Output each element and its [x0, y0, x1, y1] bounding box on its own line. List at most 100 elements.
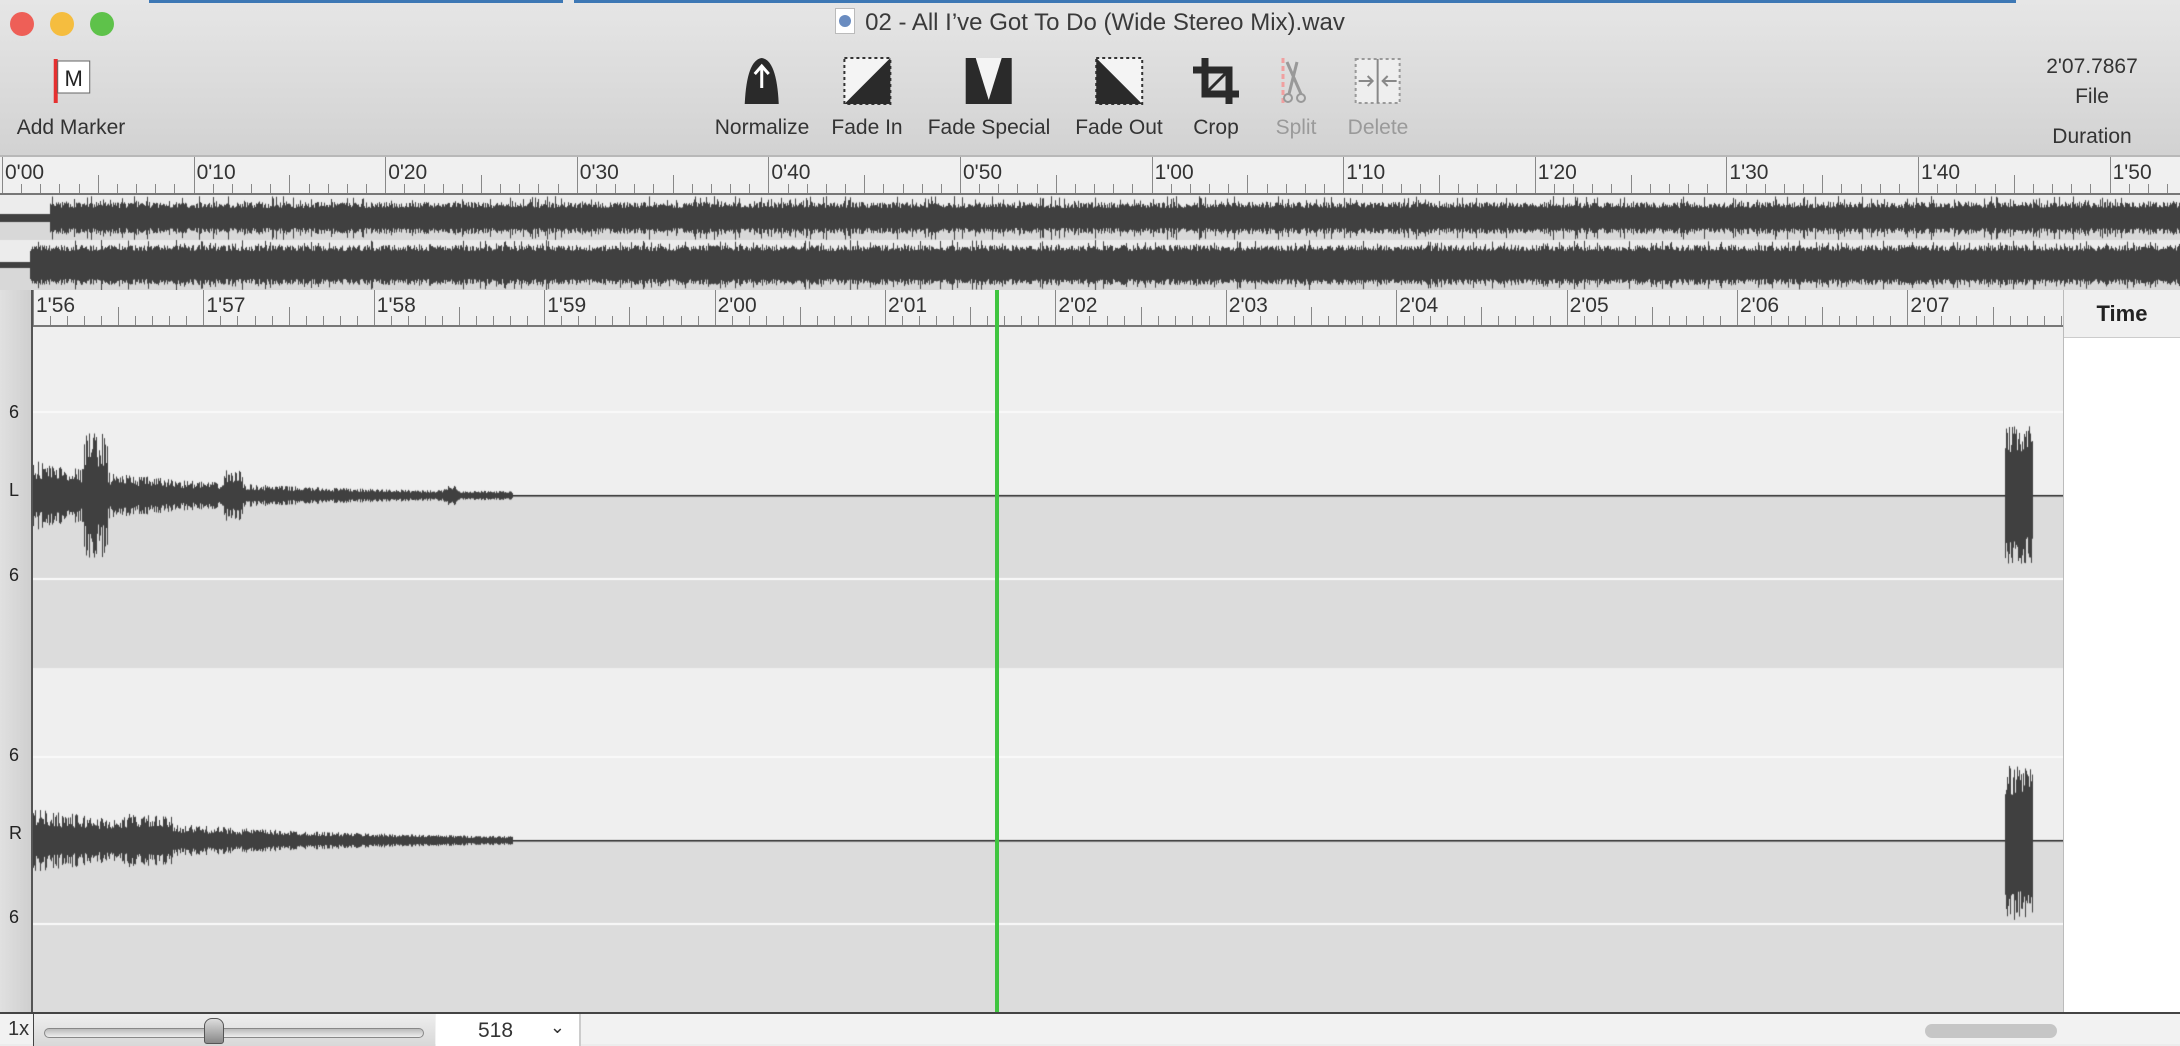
ruler-tick	[1685, 316, 1687, 325]
markers-panel: Time	[2063, 290, 2180, 1012]
ruler-label: 1'40	[1921, 161, 1961, 184]
ruler-tick	[1515, 316, 1517, 325]
time-column-header[interactable]: Time	[2064, 290, 2180, 338]
ruler-tick	[1293, 316, 1295, 325]
normalize-label: Normalize	[714, 116, 810, 139]
ruler-tick	[595, 316, 597, 325]
ruler-tick	[1228, 184, 1230, 193]
normalize-button[interactable]: Normalize	[714, 56, 810, 140]
ruler-label: 2'06	[1740, 294, 1780, 317]
ruler-tick	[825, 184, 827, 193]
ruler-tick	[1841, 184, 1843, 193]
overview-time-ruler[interactable]: 0'00 0'10 0'20 0'30 0'40 0'50 1'00 1'10 1'20 1'30…	[0, 157, 2180, 195]
ruler-tick	[1379, 316, 1381, 325]
ruler-label: 0'50	[963, 161, 1003, 184]
ruler-tick	[1553, 184, 1555, 193]
ruler-tick	[1304, 184, 1306, 193]
ruler-tick	[1381, 184, 1383, 193]
crop-button[interactable]: Crop	[1191, 56, 1241, 140]
ruler-tick	[1975, 184, 1977, 193]
ruler-label: 1'58	[376, 294, 416, 317]
ruler-tick	[936, 316, 938, 325]
ruler-tick	[251, 184, 253, 193]
ruler-tick	[782, 316, 784, 325]
ruler-tick	[1285, 184, 1287, 193]
right-channel-label: R	[9, 823, 22, 843]
right-scale-top: 6	[9, 745, 20, 765]
ruler-tick	[519, 184, 521, 193]
ruler-tick	[1430, 316, 1432, 325]
ruler-tick	[1242, 316, 1244, 325]
ruler-tick	[441, 316, 443, 325]
ruler-label: 2'04	[1399, 294, 1439, 317]
ruler-tick	[289, 175, 291, 193]
fade-in-button[interactable]: Fade In	[831, 56, 903, 140]
ruler-tick	[366, 184, 368, 193]
ruler-tick	[203, 290, 205, 325]
ruler-tick	[634, 184, 636, 193]
ruler-tick	[612, 316, 614, 325]
zoom-slider[interactable]	[33, 1014, 435, 1046]
ruler-tick	[1419, 184, 1421, 193]
horizontal-scrollbar[interactable]	[1925, 1024, 2057, 1038]
overview-waveform[interactable]	[0, 195, 2180, 290]
ruler-tick	[1918, 157, 1919, 193]
ruler-tick	[799, 307, 801, 325]
ruler-label: 2'05	[1569, 294, 1609, 317]
left-channel-label: L	[9, 480, 20, 500]
split-button[interactable]: Split	[1271, 56, 1321, 140]
detail-time-ruler[interactable]: 1'56 1'57 1'58 1'59 2'00 2'01 2'02 2'03 2'04 2'05…	[33, 290, 2063, 327]
split-label: Split	[1275, 116, 1317, 139]
ruler-tick	[390, 316, 392, 325]
ruler-tick	[220, 316, 222, 325]
ruler-tick	[424, 316, 426, 325]
ruler-tick	[2060, 316, 2062, 325]
delete-button[interactable]: Delete	[1348, 56, 1408, 140]
ruler-tick	[1157, 316, 1159, 325]
ruler-tick	[1208, 316, 1210, 325]
ruler-tick	[174, 184, 176, 193]
ruler-tick	[1634, 316, 1636, 325]
svg-text:M: M	[65, 66, 83, 91]
ruler-tick	[1498, 316, 1500, 325]
ruler-tick	[663, 316, 665, 325]
ruler-tick	[1038, 316, 1040, 325]
add-marker-button[interactable]: M Add Marker	[17, 56, 125, 140]
ruler-tick	[423, 184, 425, 193]
ruler-tick	[561, 316, 563, 325]
ruler-label: 1'57	[206, 294, 246, 317]
ruler-tick	[101, 316, 103, 325]
fade-special-button[interactable]: Fade Special	[928, 56, 1050, 140]
ruler-tick	[442, 184, 444, 193]
ruler-tick	[845, 184, 847, 193]
ruler-tick	[1630, 175, 1632, 193]
ruler-label: 0'20	[388, 161, 428, 184]
ruler-tick	[1726, 157, 1728, 193]
ruler-tick	[1805, 316, 1807, 325]
ruler-tick	[864, 175, 866, 193]
zoom-slider-thumb[interactable]	[203, 1018, 224, 1044]
ruler-tick	[2109, 157, 2111, 193]
ruler-tick	[1937, 184, 1939, 193]
ruler-tick	[1055, 175, 1057, 193]
ruler-tick	[1822, 175, 1824, 193]
ruler-tick	[527, 316, 529, 325]
ruler-tick	[883, 184, 885, 193]
ruler-tick	[615, 184, 617, 193]
ruler-tick	[1477, 184, 1479, 193]
duration-display[interactable]: 2'07.7867 File Duration	[2046, 52, 2138, 152]
ruler-tick	[867, 316, 869, 325]
playhead[interactable]	[995, 290, 999, 1012]
ruler-tick	[1362, 316, 1364, 325]
zoom-slider-track[interactable]	[44, 1028, 424, 1038]
fade-out-button[interactable]: Fade Out	[1075, 56, 1163, 140]
ruler-tick	[1036, 184, 1038, 193]
ruler-tick	[850, 316, 852, 325]
ruler-tick	[67, 316, 69, 325]
waveform-editor[interactable]	[33, 327, 2063, 1012]
ruler-tick	[339, 316, 341, 325]
zoom-select[interactable]: 518 ⌄	[436, 1014, 581, 1046]
ruler-tick	[1496, 184, 1498, 193]
ruler-tick	[1956, 184, 1958, 193]
ruler-tick	[1400, 184, 1402, 193]
